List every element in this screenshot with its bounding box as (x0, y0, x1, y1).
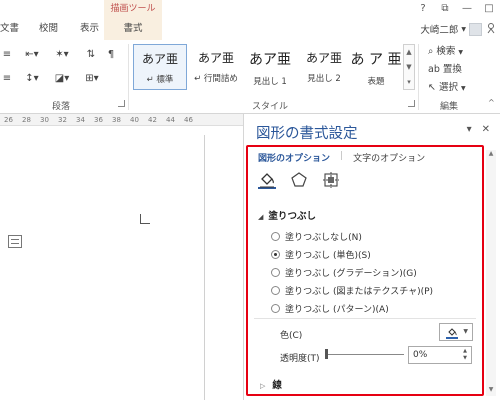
tab-review[interactable]: 校閲 (39, 18, 58, 40)
ribbon: ≡ ⇤▾ ✶▾ ⇅ ¶ ≡ ↕▾ ◪▾ ⊞▾ 段落 あア亜 ↵ 標準 あア亜 ↵… (0, 40, 500, 114)
chevron-up-icon[interactable]: ▲ (404, 45, 414, 60)
cursor-icon: ↖ (428, 82, 436, 93)
style-name: 見出し 1 (253, 77, 287, 87)
shading-icon[interactable]: ◪▾ (50, 70, 74, 88)
style-heading-1[interactable]: あア亜 見出し 1 (243, 44, 297, 90)
highlight-annotation-box (246, 145, 484, 396)
replace-icon: ab (428, 64, 440, 75)
style-sample: あア亜 (249, 52, 291, 68)
pane-scrollbar[interactable]: ▲ ▼ (486, 150, 496, 396)
line-spacing-icon[interactable]: ↕▾ (20, 70, 44, 88)
more-icon[interactable]: ▾ (404, 75, 414, 90)
style-title[interactable]: あ ア 亜 表題 (349, 44, 403, 90)
pane-title: 図形の書式設定 (256, 126, 358, 142)
find-button[interactable]: ⌕ 検索 ▼ (428, 43, 463, 60)
share-icon[interactable] (486, 22, 496, 34)
pane-controls: ▾ ✕ (467, 124, 490, 135)
align-icon[interactable]: ≡ (2, 46, 12, 64)
chevron-down-icon: ▼ (461, 25, 466, 33)
select-button[interactable]: ↖ 選択 ▼ (428, 79, 466, 96)
sort-icon[interactable]: ⇅ (84, 46, 98, 64)
ruler-tick: 46 (184, 116, 193, 124)
style-sample: あア亜 (141, 52, 178, 66)
chevron-down-icon[interactable]: ▼ (486, 386, 496, 396)
styles-dialog-launcher[interactable] (408, 100, 415, 107)
styles-gallery: あア亜 ↵ 標準 あア亜 ↵ 行間詰め あア亜 見出し 1 あア亜 見出し 2 … (133, 44, 403, 90)
ruler-tick: 40 (130, 116, 139, 124)
paragraph-group-label: 段落 (52, 102, 71, 112)
find-label: 検索 (436, 46, 456, 57)
select-label: 選択 (439, 82, 459, 93)
ruler-tick: 32 (58, 116, 67, 124)
ribbon-tabs: 文書 校閲 表示 書式 大崎二郎 ▼ (0, 18, 500, 40)
replace-button[interactable]: ab 置換 (428, 61, 462, 78)
tab-format[interactable]: 書式 (104, 18, 162, 40)
chevron-down-icon: ▼ (458, 49, 464, 56)
title-bar: 描画ツール ? ⧉ — □ (0, 0, 500, 18)
ruler-tick: 38 (112, 116, 121, 124)
ribbon-display-options-icon[interactable]: ⧉ (434, 0, 456, 18)
ruler-tick: 26 (4, 116, 13, 124)
search-icon: ⌕ (428, 46, 434, 57)
style-name: 表題 (367, 77, 385, 87)
user-account[interactable]: 大崎二郎 ▼ (420, 18, 482, 40)
chevron-down-icon: ▼ (461, 85, 466, 92)
indent-icon[interactable]: ⇤▾ (20, 46, 44, 64)
minimize-button[interactable]: — (456, 0, 478, 18)
ruler-tick: 44 (166, 116, 175, 124)
drawing-tools-context-title: 描画ツール (104, 0, 162, 18)
style-name: 見出し 2 (307, 74, 341, 84)
collapse-ribbon-icon[interactable]: ^ (488, 98, 495, 107)
tab-mailings[interactable]: 文書 (0, 18, 19, 40)
styles-gallery-scrollbar[interactable]: ▲ ▼ ▾ (403, 44, 415, 90)
paragraph-dialog-launcher[interactable] (118, 100, 125, 107)
document-page[interactable] (0, 135, 205, 400)
ruler-tick: 30 (40, 116, 49, 124)
user-name: 大崎二郎 (420, 25, 459, 36)
style-normal[interactable]: あア亜 ↵ 標準 (133, 44, 187, 90)
help-button[interactable]: ? (412, 0, 434, 18)
ruler-tick: 28 (22, 116, 31, 124)
ruler-tick: 42 (148, 116, 157, 124)
asian-layout-icon[interactable]: ✶▾ (50, 46, 74, 64)
justify-icon[interactable]: ≡ (2, 70, 12, 88)
paragraph-mark-icon[interactable]: ¶ (104, 46, 118, 64)
avatar (469, 22, 482, 36)
edit-group-label: 編集 (440, 102, 459, 112)
group-divider (418, 44, 419, 110)
replace-label: 置換 (442, 64, 462, 75)
style-group-label: スタイル (252, 102, 289, 112)
horizontal-ruler[interactable]: 26 28 30 32 34 36 38 40 42 44 46 (0, 114, 243, 126)
borders-icon[interactable]: ⊞▾ (80, 70, 104, 88)
close-icon[interactable]: ✕ (482, 124, 490, 135)
tab-view[interactable]: 表示 (80, 18, 99, 40)
chevron-down-icon[interactable]: ▼ (404, 60, 414, 75)
style-name: ↵ 標準 (146, 75, 174, 85)
style-name: ↵ 行間詰め (194, 74, 238, 84)
style-sample: あア亜 (305, 51, 342, 65)
style-sample: あア亜 (197, 51, 234, 65)
chevron-down-icon[interactable]: ▾ (467, 124, 472, 135)
style-heading-2[interactable]: あア亜 見出し 2 (297, 44, 351, 90)
ruler-tick: 34 (76, 116, 85, 124)
margin-corner-mark (140, 214, 150, 224)
ruler-tick: 36 (94, 116, 103, 124)
layout-options-icon[interactable] (8, 235, 22, 248)
chevron-up-icon[interactable]: ▲ (486, 150, 496, 160)
group-divider (128, 44, 129, 110)
maximize-button[interactable]: □ (478, 0, 500, 18)
style-no-spacing[interactable]: あア亜 ↵ 行間詰め (189, 44, 243, 90)
style-sample: あ ア 亜 (350, 52, 402, 68)
window-controls: ? ⧉ — □ (412, 0, 500, 18)
